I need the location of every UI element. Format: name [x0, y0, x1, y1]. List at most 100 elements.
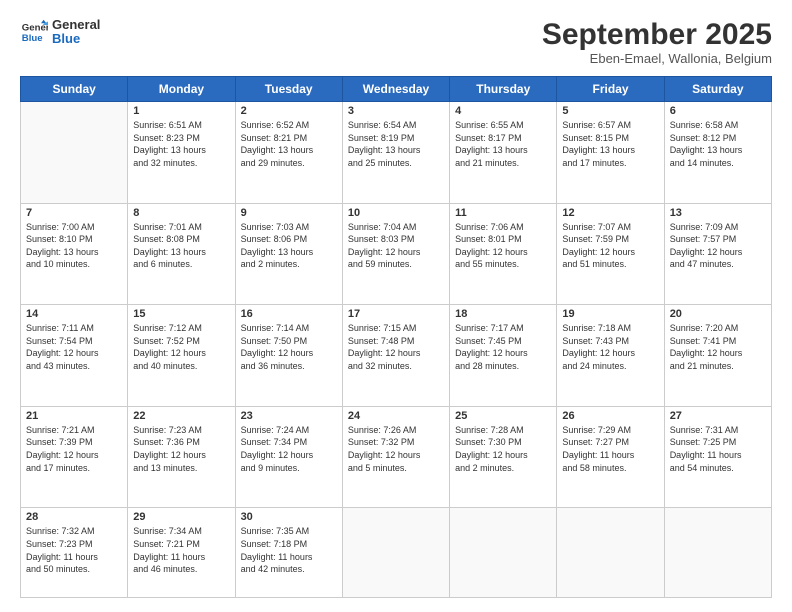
day-number: 26	[562, 410, 658, 422]
calendar-cell: 30 Sunrise: 7:35 AM Sunset: 7:18 PM Dayli…	[235, 508, 342, 598]
day-info: Sunrise: 7:24 AM Sunset: 7:34 PM Dayligh…	[241, 424, 337, 474]
calendar-cell	[557, 508, 664, 598]
calendar-cell	[21, 102, 128, 204]
day-info: Sunrise: 7:09 AM Sunset: 7:57 PM Dayligh…	[670, 221, 766, 271]
day-number: 22	[133, 410, 229, 422]
day-number: 27	[670, 410, 766, 422]
day-info: Sunrise: 6:57 AM Sunset: 8:15 PM Dayligh…	[562, 119, 658, 169]
weekday-header-monday: Monday	[128, 77, 235, 102]
weekday-header-wednesday: Wednesday	[342, 77, 449, 102]
day-info: Sunrise: 7:01 AM Sunset: 8:08 PM Dayligh…	[133, 221, 229, 271]
calendar-cell: 9Sunrise: 7:03 AM Sunset: 8:06 PM Daylig…	[235, 203, 342, 305]
calendar-cell	[664, 508, 771, 598]
calendar-cell: 15 Sunrise: 7:12 AM Sunset: 7:52 PM Dayli…	[128, 305, 235, 407]
day-number: 23	[241, 410, 337, 422]
subtitle: Eben-Emael, Wallonia, Belgium	[542, 51, 772, 66]
day-info: Sunrise: 7:17 AM Sunset: 7:45 PM Dayligh…	[455, 322, 551, 372]
calendar-cell: 5 Sunrise: 6:57 AM Sunset: 8:15 PM Daylig…	[557, 102, 664, 204]
calendar-cell: 8 Sunrise: 7:01 AM Sunset: 8:08 PM Daylig…	[128, 203, 235, 305]
day-number: 30	[241, 511, 337, 523]
calendar-cell: 3 Sunrise: 6:54 AM Sunset: 8:19 PM Daylig…	[342, 102, 449, 204]
calendar-cell: 6 Sunrise: 6:58 AM Sunset: 8:12 PM Daylig…	[664, 102, 771, 204]
calendar-cell: 7Sunrise: 7:00 AM Sunset: 8:10 PM Daylig…	[21, 203, 128, 305]
day-number: 24	[348, 410, 444, 422]
day-number: 1	[133, 105, 229, 117]
day-info: Sunrise: 7:15 AM Sunset: 7:48 PM Dayligh…	[348, 322, 444, 372]
title-block: September 2025 Eben-Emael, Wallonia, Bel…	[542, 18, 772, 66]
calendar-cell: 12Sunrise: 7:07 AM Sunset: 7:59 PM Dayli…	[557, 203, 664, 305]
logo: General Blue General Blue	[20, 18, 100, 47]
calendar-week-4: 21 Sunrise: 7:21 AM Sunset: 7:39 PM Dayli…	[21, 406, 772, 508]
day-number: 17	[348, 308, 444, 320]
day-info: Sunrise: 7:21 AM Sunset: 7:39 PM Dayligh…	[26, 424, 122, 474]
weekday-header-sunday: Sunday	[21, 77, 128, 102]
day-info: Sunrise: 6:52 AM Sunset: 8:21 PM Dayligh…	[241, 119, 337, 169]
day-info: Sunrise: 6:55 AM Sunset: 8:17 PM Dayligh…	[455, 119, 551, 169]
day-number: 4	[455, 105, 551, 117]
calendar-cell: 27 Sunrise: 7:31 AM Sunset: 7:25 PM Dayli…	[664, 406, 771, 508]
page: General Blue General Blue September 2025…	[0, 0, 792, 612]
day-info: Sunrise: 7:35 AM Sunset: 7:18 PM Dayligh…	[241, 525, 337, 575]
day-info: Sunrise: 7:34 AM Sunset: 7:21 PM Dayligh…	[133, 525, 229, 575]
day-info: Sunrise: 7:23 AM Sunset: 7:36 PM Dayligh…	[133, 424, 229, 474]
calendar-cell: 1 Sunrise: 6:51 AM Sunset: 8:23 PM Daylig…	[128, 102, 235, 204]
day-number: 6	[670, 105, 766, 117]
day-number: 25	[455, 410, 551, 422]
day-info: Sunrise: 7:03 AM Sunset: 8:06 PM Dayligh…	[241, 221, 337, 271]
day-number: 28	[26, 511, 122, 523]
calendar-cell: 16 Sunrise: 7:14 AM Sunset: 7:50 PM Dayli…	[235, 305, 342, 407]
calendar-cell: 19 Sunrise: 7:18 AM Sunset: 7:43 PM Dayli…	[557, 305, 664, 407]
day-number: 8	[133, 207, 229, 219]
calendar-week-2: 7Sunrise: 7:00 AM Sunset: 8:10 PM Daylig…	[21, 203, 772, 305]
day-info: Sunrise: 7:32 AM Sunset: 7:23 PM Dayligh…	[26, 525, 122, 575]
logo-icon: General Blue	[20, 18, 48, 46]
day-number: 5	[562, 105, 658, 117]
day-number: 16	[241, 308, 337, 320]
day-info: Sunrise: 6:54 AM Sunset: 8:19 PM Dayligh…	[348, 119, 444, 169]
day-number: 3	[348, 105, 444, 117]
main-title: September 2025	[542, 18, 772, 51]
day-number: 11	[455, 207, 551, 219]
logo-line1: General	[52, 18, 100, 32]
calendar-table: SundayMondayTuesdayWednesdayThursdayFrid…	[20, 76, 772, 598]
day-number: 21	[26, 410, 122, 422]
day-info: Sunrise: 7:07 AM Sunset: 7:59 PM Dayligh…	[562, 221, 658, 271]
day-info: Sunrise: 7:28 AM Sunset: 7:30 PM Dayligh…	[455, 424, 551, 474]
day-info: Sunrise: 7:29 AM Sunset: 7:27 PM Dayligh…	[562, 424, 658, 474]
day-info: Sunrise: 7:11 AM Sunset: 7:54 PM Dayligh…	[26, 322, 122, 372]
calendar-cell: 22 Sunrise: 7:23 AM Sunset: 7:36 PM Dayli…	[128, 406, 235, 508]
day-info: Sunrise: 7:12 AM Sunset: 7:52 PM Dayligh…	[133, 322, 229, 372]
day-info: Sunrise: 6:51 AM Sunset: 8:23 PM Dayligh…	[133, 119, 229, 169]
weekday-header-row: SundayMondayTuesdayWednesdayThursdayFrid…	[21, 77, 772, 102]
calendar-cell: 18 Sunrise: 7:17 AM Sunset: 7:45 PM Dayli…	[450, 305, 557, 407]
day-info: Sunrise: 7:14 AM Sunset: 7:50 PM Dayligh…	[241, 322, 337, 372]
day-info: Sunrise: 7:31 AM Sunset: 7:25 PM Dayligh…	[670, 424, 766, 474]
day-info: Sunrise: 7:18 AM Sunset: 7:43 PM Dayligh…	[562, 322, 658, 372]
calendar-cell: 25 Sunrise: 7:28 AM Sunset: 7:30 PM Dayli…	[450, 406, 557, 508]
logo-line2: Blue	[52, 32, 100, 46]
weekday-header-thursday: Thursday	[450, 77, 557, 102]
weekday-header-saturday: Saturday	[664, 77, 771, 102]
day-number: 2	[241, 105, 337, 117]
day-number: 19	[562, 308, 658, 320]
calendar-cell: 13Sunrise: 7:09 AM Sunset: 7:57 PM Dayli…	[664, 203, 771, 305]
day-info: Sunrise: 6:58 AM Sunset: 8:12 PM Dayligh…	[670, 119, 766, 169]
day-info: Sunrise: 7:00 AM Sunset: 8:10 PM Dayligh…	[26, 221, 122, 271]
day-number: 15	[133, 308, 229, 320]
weekday-header-friday: Friday	[557, 77, 664, 102]
svg-text:Blue: Blue	[22, 33, 43, 44]
calendar-cell: 17 Sunrise: 7:15 AM Sunset: 7:48 PM Dayli…	[342, 305, 449, 407]
calendar-cell: 23 Sunrise: 7:24 AM Sunset: 7:34 PM Dayli…	[235, 406, 342, 508]
day-info: Sunrise: 7:04 AM Sunset: 8:03 PM Dayligh…	[348, 221, 444, 271]
calendar-cell: 2 Sunrise: 6:52 AM Sunset: 8:21 PM Daylig…	[235, 102, 342, 204]
day-number: 29	[133, 511, 229, 523]
calendar-cell: 10Sunrise: 7:04 AM Sunset: 8:03 PM Dayli…	[342, 203, 449, 305]
calendar-cell: 14Sunrise: 7:11 AM Sunset: 7:54 PM Dayli…	[21, 305, 128, 407]
day-number: 18	[455, 308, 551, 320]
calendar-cell	[342, 508, 449, 598]
day-info: Sunrise: 7:20 AM Sunset: 7:41 PM Dayligh…	[670, 322, 766, 372]
day-number: 20	[670, 308, 766, 320]
calendar-cell	[450, 508, 557, 598]
calendar-cell: 4 Sunrise: 6:55 AM Sunset: 8:17 PM Daylig…	[450, 102, 557, 204]
calendar-cell: 28 Sunrise: 7:32 AM Sunset: 7:23 PM Dayli…	[21, 508, 128, 598]
